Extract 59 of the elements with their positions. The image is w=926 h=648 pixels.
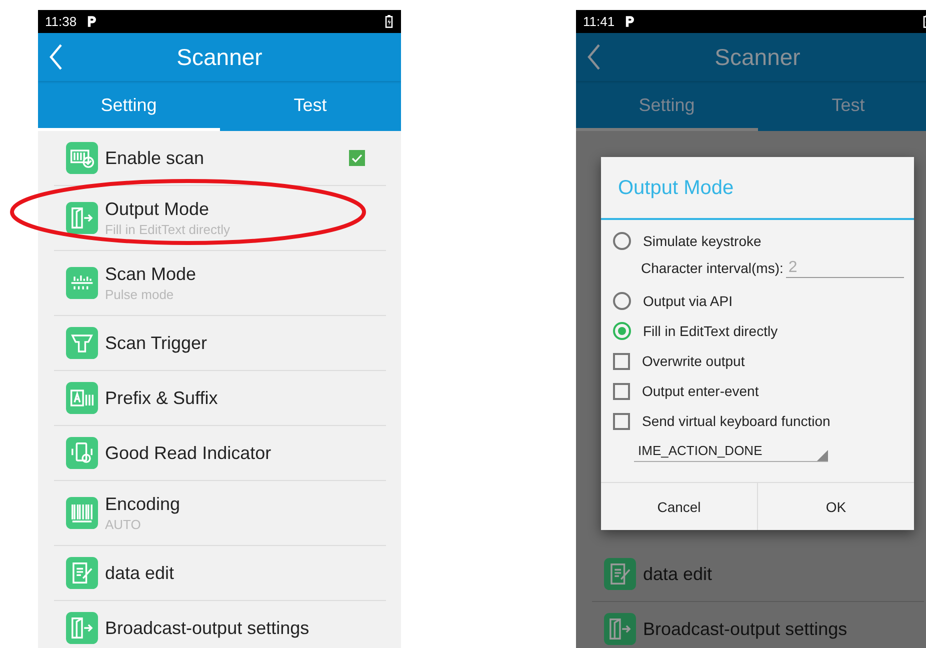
document-pen-icon: [604, 558, 636, 590]
notification-p-icon: [624, 16, 634, 27]
tab[interactable]: Test: [220, 81, 401, 131]
option-label: Output via API: [643, 293, 732, 309]
setting-title: Broadcast-output settings: [643, 618, 848, 640]
barcode-icon: [66, 497, 98, 529]
field-label: Character interval(ms):: [641, 260, 784, 276]
checkbox[interactable]: [349, 150, 365, 166]
setting-title: Good Read Indicator: [105, 442, 272, 464]
option-label: Simulate keystroke: [643, 233, 762, 249]
option-label: Fill in EditText directly: [643, 323, 778, 339]
setting-title: Enable scan: [105, 148, 206, 168]
screen-title: Scanner: [176, 44, 262, 70]
settings-row[interactable]: Broadcast-output settings: [54, 601, 386, 648]
battery-icon: [385, 15, 393, 28]
barcode-check-icon: [66, 142, 98, 174]
settings-row[interactable]: Enable scan: [54, 131, 386, 186]
settings-row[interactable]: data edit: [54, 546, 386, 601]
option-label: Overwrite output: [642, 353, 745, 369]
setting-summary: Pulse mode: [105, 287, 175, 302]
status-time: 11:41: [583, 14, 615, 29]
dialog-button[interactable]: OK: [757, 483, 914, 530]
phone-signal-icon: [66, 437, 98, 469]
setting-summary: AUTO: [105, 517, 142, 532]
checkbox[interactable]: [613, 412, 630, 430]
dropdown-field[interactable]: IME_ACTION_DONE: [634, 442, 828, 462]
notification-p-icon: [86, 16, 96, 27]
scan-lines-icon: [66, 267, 98, 299]
settings-row[interactable]: Scan Trigger: [54, 316, 386, 371]
setting-title: data edit: [643, 564, 714, 584]
screen-title: Scanner: [714, 44, 800, 70]
checkbox[interactable]: [613, 382, 630, 400]
option-label: Send virtual keyboard function: [642, 413, 830, 429]
dialog-title: Output Mode: [601, 157, 914, 220]
settings-row[interactable]: Encoding AUTO: [54, 481, 386, 546]
option-label: Output enter-event: [642, 383, 759, 399]
trigger-icon: [66, 327, 98, 359]
back-icon[interactable]: [587, 43, 601, 71]
setting-title: Scan Mode: [105, 264, 198, 285]
dialog-button[interactable]: Cancel: [601, 483, 757, 530]
document-pen-icon: [66, 557, 98, 589]
radio-button[interactable]: [613, 322, 631, 340]
checkbox[interactable]: [613, 352, 630, 370]
setting-title: data edit: [105, 562, 176, 584]
settings-row[interactable]: Scan Mode Pulse mode: [54, 251, 386, 316]
setting-title: Output Mode: [105, 199, 210, 220]
settings-row[interactable]: Good Read Indicator: [54, 426, 386, 481]
radio-button[interactable]: [613, 232, 631, 250]
tab[interactable]: Setting: [38, 81, 220, 131]
setting-title: Encoding: [105, 494, 182, 515]
setting-title: Scan Trigger: [105, 332, 208, 354]
radio-button[interactable]: [613, 292, 631, 310]
settings-row[interactable]: Prefix & Suffix: [54, 371, 386, 426]
setting-title: Broadcast-output settings: [105, 618, 310, 638]
status-time: 11:38: [45, 14, 77, 29]
letter-a-icon: [66, 382, 98, 414]
settings-row[interactable]: Output Mode Fill in EditText directly: [54, 186, 386, 251]
setting-summary: Fill in EditText directly: [105, 222, 231, 237]
setting-title: Prefix & Suffix: [105, 388, 219, 408]
